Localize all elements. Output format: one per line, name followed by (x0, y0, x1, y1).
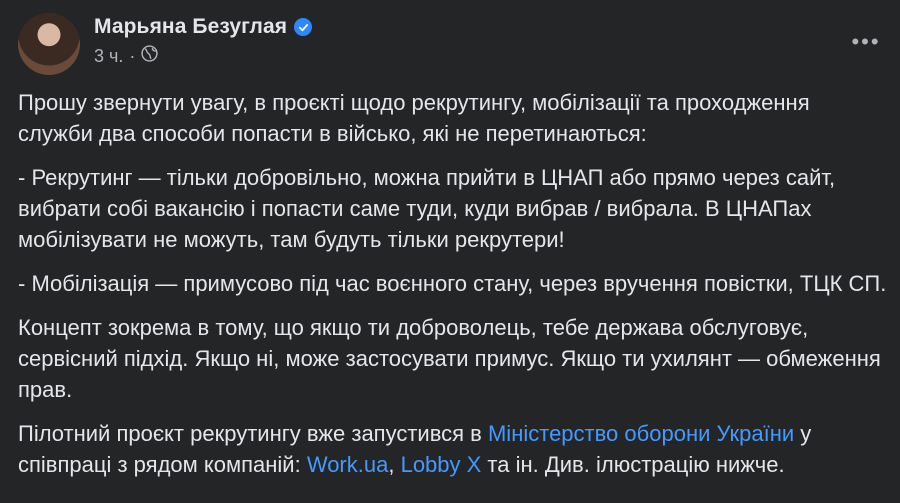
post-header: Марьяна Безуглая 3 ч. · (18, 13, 313, 75)
link-lobby-x[interactable]: Lobby X (401, 452, 482, 477)
globe-icon[interactable] (141, 45, 159, 67)
post-meta-row: 3 ч. · (94, 45, 312, 67)
post-card: Марьяна Безуглая 3 ч. · ••• Прошу зверну… (0, 0, 900, 503)
paragraph-text: Пілотний проєкт рекрутингу вже запустивс… (18, 421, 488, 446)
post-paragraph-2: - Рекрутинг — тільки добровільно, можна … (18, 165, 836, 252)
verified-badge-icon (294, 18, 313, 36)
post-paragraph-4: Концепт зокрема в тому, що якщо ти добро… (18, 315, 881, 402)
post-meta: Марьяна Безуглая 3 ч. · (94, 15, 313, 67)
post-paragraph-1: Прошу звернути увагу, в проєкті щодо рек… (18, 90, 810, 146)
post-paragraph-5: Пілотний проєкт рекрутингу вже запустивс… (18, 418, 890, 480)
post-text: Прошу звернути увагу, в проєкті щодо рек… (18, 87, 890, 493)
post-paragraph-3: - Мобілізація — примусово під час воєнно… (18, 271, 887, 296)
author-name[interactable]: Марьяна Безуглая (94, 15, 287, 39)
meta-separator: · (129, 45, 136, 66)
more-options-icon[interactable]: ••• (846, 22, 886, 62)
paragraph-text: та ін. Див. ілюстрацію нижче. (481, 452, 785, 477)
link-ministry-of-defense[interactable]: Міністерство оборони України (488, 421, 794, 446)
author-avatar[interactable] (18, 13, 80, 75)
paragraph-text: , (388, 452, 401, 477)
post-timestamp[interactable]: 3 ч. (94, 46, 123, 67)
author-row: Марьяна Безуглая (94, 15, 313, 39)
link-work-ua[interactable]: Work.ua (307, 452, 389, 477)
